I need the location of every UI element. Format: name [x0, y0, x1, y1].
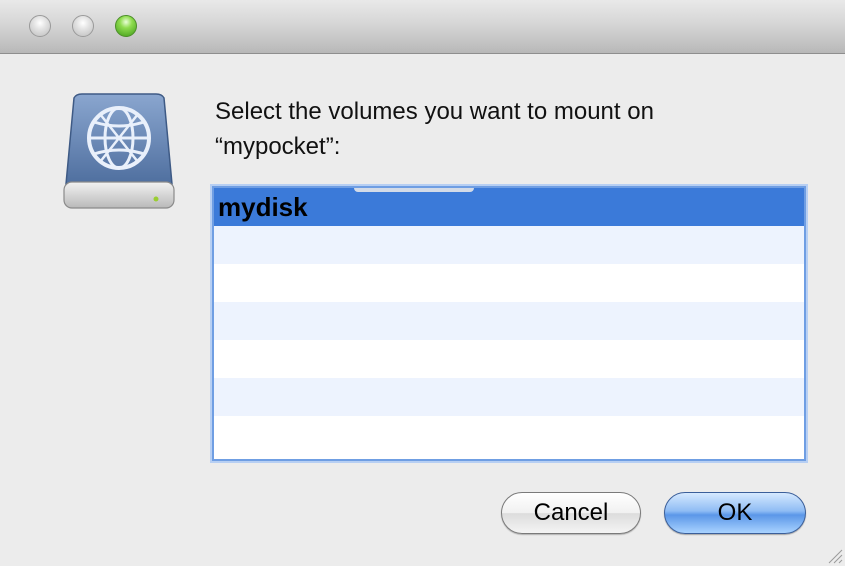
empty-list-row: [214, 302, 804, 340]
close-window-button[interactable]: [29, 15, 51, 37]
empty-list-row: [214, 340, 804, 378]
empty-list-row: [214, 264, 804, 302]
empty-list-row: [214, 226, 804, 264]
ok-button[interactable]: OK: [664, 492, 806, 534]
resize-grip-icon[interactable]: [825, 546, 843, 564]
minimize-window-button[interactable]: [72, 15, 94, 37]
mount-prompt-text: Select the volumes you want to mount on …: [215, 98, 654, 160]
volume-name: mydisk: [218, 192, 308, 222]
zoom-window-button[interactable]: [115, 15, 137, 37]
cancel-button[interactable]: Cancel: [501, 492, 641, 534]
empty-list-row: [214, 378, 804, 416]
mount-volumes-dialog: Select the volumes you want to mount on …: [0, 0, 845, 566]
list-header-notch: [354, 188, 474, 192]
empty-list-row: [214, 416, 804, 454]
title-bar: [0, 0, 845, 54]
volumes-list[interactable]: mydisk: [212, 186, 806, 461]
list-item[interactable]: mydisk: [214, 188, 804, 226]
network-drive-icon: [60, 92, 178, 217]
